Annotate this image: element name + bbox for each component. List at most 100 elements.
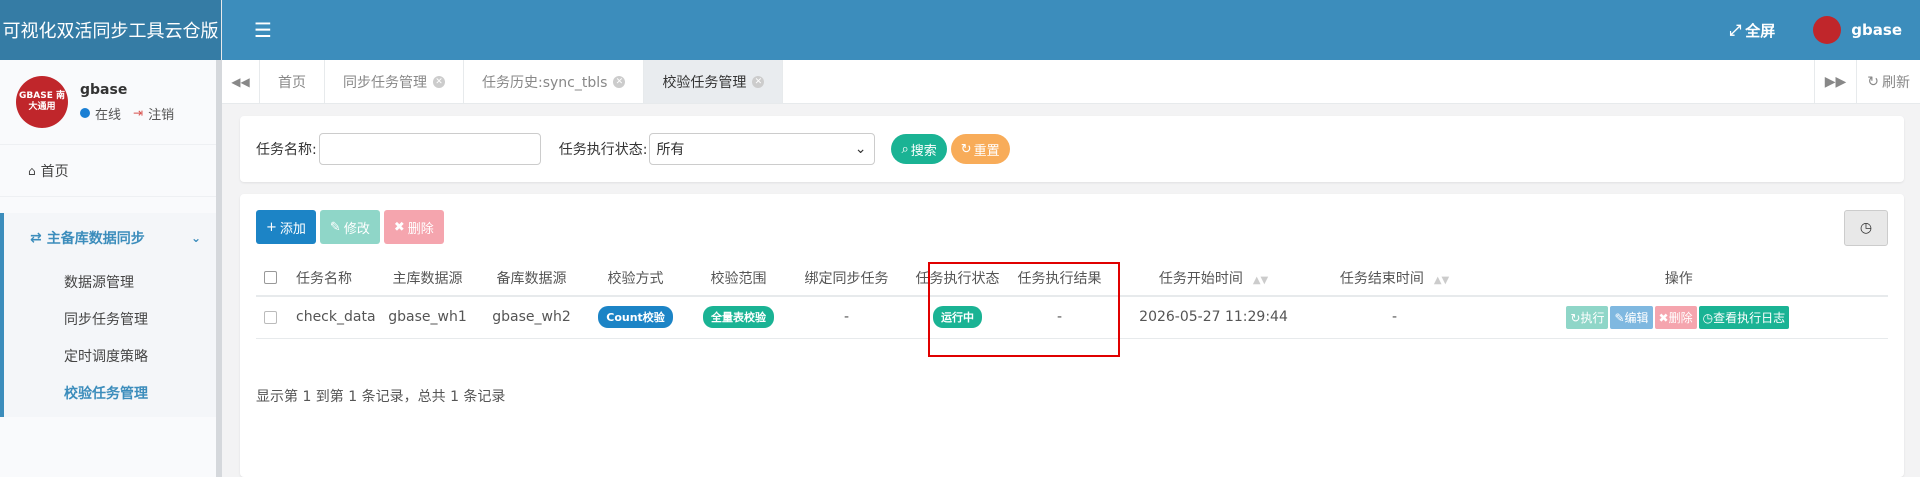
add-button[interactable]: + 添加 [256,210,316,244]
view-log-label: 查看执行日志 [1713,310,1786,325]
close-icon[interactable]: ✕ [752,75,765,88]
online-dot-icon [80,108,90,118]
cell-slave-source: gbase_wh2 [479,296,584,339]
task-name-label: 任务名称: [256,142,317,158]
col-end-time-label: 任务结束时间 [1339,270,1424,287]
view-log-button[interactable]: ◷查看执行日志 [1698,305,1790,329]
tab-task-history[interactable]: 任务历史:sync_tbls ✕ [464,60,645,103]
user-menu[interactable]: gbase [1813,16,1902,44]
top-username: gbase [1851,21,1902,39]
menu-toggle-icon[interactable]: ☰ [254,18,272,42]
edit-icon: ✎ [1614,310,1625,325]
status-select[interactable]: 所有 ⌄ [649,133,876,165]
row-edit-button[interactable]: ✎编辑 [1610,305,1653,329]
fullscreen-button[interactable]: ⤢ 全屏 [1729,20,1775,41]
sidebar-item-sync-tasks[interactable]: 同步任务管理 [4,300,221,337]
pagination-info: 显示第 1 到第 1 条记录，总共 1 条记录 [256,389,506,405]
tab-scroll-right-icon[interactable]: ▶▶ [1813,60,1857,103]
col-check-range[interactable]: 校验范围 [687,260,790,297]
execute-button[interactable]: ↻执行 [1566,305,1609,329]
logout-link[interactable]: 注销 [148,104,174,123]
refresh-button[interactable]: ↻ 刷新 [1856,60,1920,103]
cell-start-time: 2026-05-27 11:29:44 [1107,296,1320,339]
close-icon[interactable]: ✕ [433,75,445,88]
check-method-badge: Count校验 [598,306,673,329]
reset-button-label: 重置 [973,143,1000,159]
search-button-label: 搜索 [910,143,937,159]
col-task-name[interactable]: 任务名称 [284,260,376,297]
col-check-method[interactable]: 校验方式 [583,260,688,297]
highlight-box [928,262,1120,357]
cell-bind-sync-task: - [789,296,904,339]
row-checkbox[interactable] [263,310,277,324]
sync-icon: ⇄ [30,230,42,246]
edit-button-label: 修改 [343,221,370,237]
cell-master-source: gbase_wh1 [375,296,480,339]
cell-task-name: check_data [284,296,376,339]
sidebar-group-header[interactable]: ⇄ 主备库数据同步 ⌄ [4,213,221,263]
delete-button[interactable]: ✖ 删除 [383,210,444,244]
fullscreen-label: 全屏 [1745,21,1776,40]
avatar [1813,16,1842,44]
search-icon: ⌕ [901,141,909,157]
sidebar-item-check-tasks[interactable]: 校验任务管理 [4,374,221,411]
logout-icon[interactable]: ⇥ [133,106,143,120]
cell-actions: ↻执行 ✎编辑 ✖删除 ◷查看执行日志 [1469,296,1888,339]
tab-home[interactable]: 首页 [260,60,325,103]
sidebar: 可视化双活同步工具云仓版 GBASE 南大通用 gbase 在线 ⇥ 注销 ⌂ … [0,0,222,477]
edit-button[interactable]: ✎ 修改 [319,210,380,244]
user-name: gbase [80,81,128,98]
row-delete-button[interactable]: ✖删除 [1654,305,1697,329]
tab-label: 首页 [278,74,306,91]
tab-label: 校验任务管理 [662,74,747,91]
refresh-label: 刷新 [1882,74,1910,91]
status-select-value: 所有 [656,142,685,158]
add-button-label: 添加 [279,221,306,237]
sort-icon[interactable]: ▲▼ [1253,275,1268,286]
tab-check-tasks[interactable]: 校验任务管理 ✕ [644,60,784,103]
row-edit-label: 编辑 [1624,310,1649,325]
expand-icon: ⤢ [1729,21,1742,39]
close-icon[interactable]: ✕ [613,75,626,88]
status-label: 任务执行状态: [558,142,648,158]
run-icon: ↻ [1570,310,1581,325]
row-delete-label: 删除 [1668,310,1693,325]
x-icon: ✖ [393,219,405,235]
avatar: GBASE 南大通用 [16,76,68,128]
col-end-time[interactable]: 任务结束时间 ▲▼ [1319,260,1470,297]
sidebar-item-schedule[interactable]: 定时调度策略 [4,337,221,374]
tab-label: 同步任务管理 [343,74,427,91]
col-actions: 操作 [1469,260,1888,297]
cell-end-time: - [1319,296,1470,339]
col-master-source[interactable]: 主库数据源 [375,260,480,297]
execute-label: 执行 [1580,310,1605,325]
user-panel: GBASE 南大通用 gbase 在线 ⇥ 注销 [0,60,221,145]
sidebar-item-home[interactable]: ⌂ 首页 [0,145,221,197]
select-all-checkbox[interactable] [263,271,277,284]
col-slave-source[interactable]: 备库数据源 [479,260,584,297]
reset-button[interactable]: ↻ 重置 [950,134,1010,164]
history-icon: ◷ [1702,310,1714,325]
sort-icon[interactable]: ▲▼ [1434,275,1449,286]
top-navbar: ☰ ⤢ 全屏 gbase [222,0,1920,60]
chevron-down-icon: ⌄ [854,141,867,157]
online-status: 在线 [95,107,122,123]
sidebar-item-label: 首页 [40,163,69,180]
delete-button-label: 删除 [407,221,434,237]
avatar-logo-text: GBASE 南大通用 [19,91,65,112]
clock-icon[interactable]: ◷ [1844,210,1888,246]
sidebar-group-sync: ⇄ 主备库数据同步 ⌄ 数据源管理 同步任务管理 定时调度策略 校验任务管理 [0,213,221,417]
tab-sync-tasks[interactable]: 同步任务管理 ✕ [325,60,464,103]
reset-icon: ↻ [960,141,972,157]
tab-scroll-left-icon[interactable]: ◀◀ [222,60,260,103]
col-start-time[interactable]: 任务开始时间 ▲▼ [1107,260,1320,297]
tab-label: 任务历史:sync_tbls [482,74,608,91]
home-icon: ⌂ [28,163,36,178]
search-button[interactable]: ⌕ 搜索 [891,134,947,164]
col-bind-sync-task[interactable]: 绑定同步任务 [789,260,904,297]
task-name-input[interactable] [318,133,541,165]
sidebar-item-datasource[interactable]: 数据源管理 [4,263,221,300]
chevron-down-icon: ⌄ [190,231,201,245]
sidebar-group-label: 主备库数据同步 [46,231,145,247]
tab-bar: ◀◀ 首页 同步任务管理 ✕ 任务历史:sync_tbls ✕ 校验任务管理 ✕ ▶▶… [222,60,1920,104]
